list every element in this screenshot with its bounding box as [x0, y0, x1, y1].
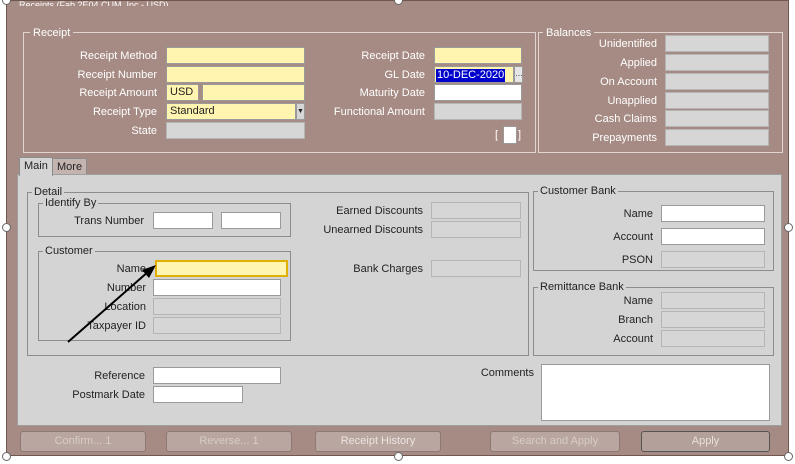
customer-bank-account-label: Account: [613, 231, 653, 243]
reverse-button[interactable]: Reverse... 1: [166, 431, 292, 452]
main-tab-panel: Detail Identify By Trans Number Customer…: [17, 174, 782, 426]
bank-charges-label: Bank Charges: [353, 263, 423, 275]
window-title: Receipts (Fab 2E04 CUM, Inc - USD): [19, 1, 169, 6]
remittance-branch-field: [661, 311, 765, 328]
remittance-bank-name-field: [661, 292, 765, 309]
bank-charges-field: [431, 260, 521, 277]
receipt-amount-field[interactable]: [202, 84, 305, 101]
unidentified-label: Unidentified: [598, 38, 657, 50]
apply-button[interactable]: Apply: [641, 431, 770, 452]
unearned-discounts-label: Unearned Discounts: [323, 224, 423, 236]
resize-handle-bottom-right[interactable]: [784, 452, 793, 461]
maturity-date-label: Maturity Date: [359, 87, 425, 99]
resize-handle-bottom-center[interactable]: [394, 452, 403, 461]
customer-name-field[interactable]: [155, 260, 288, 277]
receipt-type-select[interactable]: Standard: [166, 103, 296, 120]
chevron-down-icon[interactable]: ▼: [296, 103, 305, 120]
pson-field: [661, 251, 765, 268]
earned-discounts-label: Earned Discounts: [336, 205, 423, 217]
customer-location-field: [153, 298, 281, 315]
receipt-date-label: Receipt Date: [361, 50, 425, 62]
functional-amount-field: [434, 103, 522, 120]
unidentified-field: [665, 35, 769, 52]
receipt-type-label: Receipt Type: [92, 106, 157, 118]
unearned-discounts-field: [431, 221, 521, 238]
receipt-amount-label: Receipt Amount: [79, 87, 157, 99]
comments-field[interactable]: [541, 364, 770, 421]
remittance-branch-label: Branch: [618, 314, 653, 326]
prepayments-field: [665, 129, 769, 146]
postmark-date-field[interactable]: [153, 386, 243, 403]
applied-label: Applied: [620, 57, 657, 69]
receipt-history-button[interactable]: Receipt History: [315, 431, 441, 452]
maturity-date-field[interactable]: [434, 84, 522, 101]
state-field: [166, 122, 305, 139]
gl-date-label: GL Date: [384, 69, 425, 81]
remittance-account-field: [661, 330, 765, 347]
receipt-method-field[interactable]: [166, 47, 305, 64]
tab-main[interactable]: Main: [19, 157, 53, 176]
earned-discounts-field: [431, 202, 521, 219]
customer-number-field[interactable]: [153, 279, 281, 296]
customer-bank-name-label: Name: [623, 208, 653, 220]
functional-amount-label: Functional Amount: [333, 106, 425, 118]
receipt-number-field[interactable]: [166, 66, 305, 83]
flexfield-open-bracket: [: [495, 129, 499, 141]
postmark-date-label: Postmark Date: [72, 389, 145, 401]
receipt-method-label: Receipt Method: [79, 50, 157, 62]
trans-number-extra-field[interactable]: [221, 212, 281, 229]
gl-date-field[interactable]: 10-DEC-2020: [434, 66, 514, 83]
state-label: State: [131, 125, 157, 137]
remittance-bank-name-label: Name: [623, 295, 653, 307]
currency-field[interactable]: USD: [166, 84, 199, 101]
annotation-arrow: [67, 265, 156, 343]
flexfield-field[interactable]: [503, 126, 517, 144]
resize-handle-left[interactable]: [2, 223, 11, 232]
customer-bank-title: Customer Bank: [538, 184, 618, 198]
unapplied-label: Unapplied: [607, 95, 657, 107]
search-and-apply-button[interactable]: Search and Apply: [490, 431, 620, 452]
gl-date-value: 10-DEC-2020: [436, 69, 506, 82]
identify-by-title: Identify By: [43, 196, 99, 210]
applied-field: [665, 54, 769, 71]
confirm-button[interactable]: Confirm... 1: [20, 431, 146, 452]
unapplied-field: [665, 92, 769, 109]
resize-handle-bottom-left[interactable]: [2, 452, 11, 461]
trans-number-label: Trans Number: [74, 215, 144, 227]
reference-field[interactable]: [153, 367, 281, 384]
customer-bank-account-field[interactable]: [661, 228, 765, 245]
trans-number-field[interactable]: [153, 212, 213, 229]
on-account-field: [665, 73, 769, 90]
receipt-section-title: Receipt: [30, 26, 74, 40]
comments-label: Comments: [480, 367, 534, 379]
calendar-lov-button[interactable]: …: [514, 66, 523, 83]
customer-bank-name-field[interactable]: [661, 205, 765, 222]
resize-handle-right[interactable]: [784, 223, 793, 232]
flexfield-close-bracket: ]: [518, 129, 522, 141]
cash-claims-label: Cash Claims: [594, 113, 657, 125]
receipt-date-field[interactable]: [434, 47, 522, 64]
cash-claims-field: [665, 110, 769, 127]
taxpayer-id-field: [153, 317, 281, 334]
on-account-label: On Account: [600, 76, 657, 88]
remittance-account-label: Account: [613, 333, 653, 345]
receipt-number-label: Receipt Number: [77, 69, 157, 81]
pson-label: PSON: [621, 254, 653, 266]
prepayments-label: Prepayments: [592, 132, 657, 144]
reference-label: Reference: [94, 370, 145, 382]
